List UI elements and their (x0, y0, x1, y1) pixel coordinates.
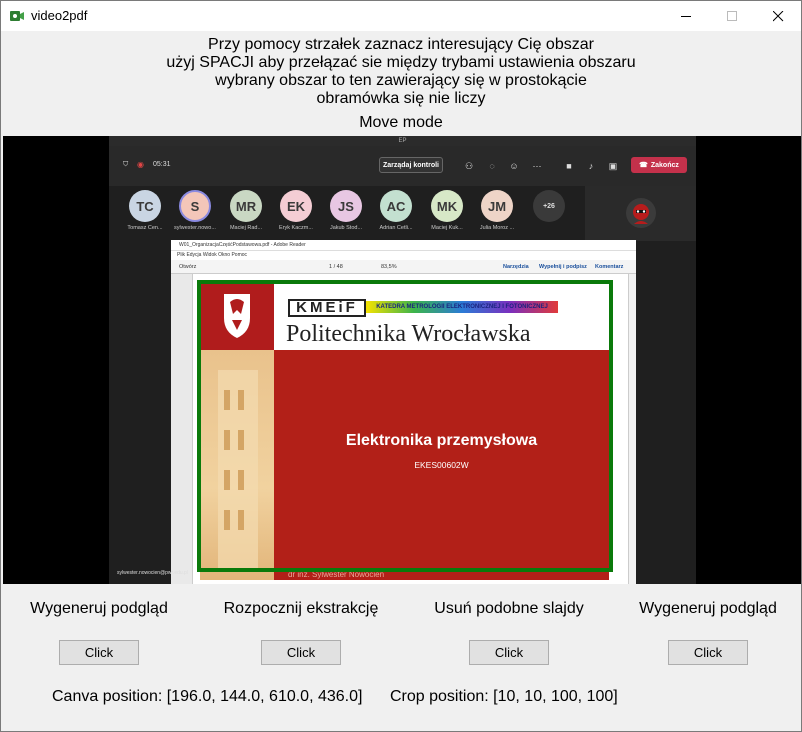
meeting-toolbar: ⛉ ◉ 05:31 Zarządaj kontroli ⚇ ◌ ☺ ⋯ ■ ♪ … (109, 146, 696, 186)
mic-icon[interactable]: ♪ (586, 161, 596, 171)
camera-icon[interactable]: ■ (564, 161, 574, 171)
participant-tile: MR Maciej Rad... (221, 190, 271, 231)
record-icon: ◉ (137, 160, 144, 169)
meeting-time: 05:31 (153, 161, 171, 168)
avatar: MK (431, 190, 463, 222)
self-avatar-icon (626, 198, 656, 228)
presenter-email: sylwester.nowocien@pwr.edu.pl (117, 570, 188, 576)
shield-icon: ⛉ (123, 161, 129, 168)
remove-similar-label: Usuń podobne slajdy (434, 600, 584, 617)
share-icon[interactable]: ▣ (608, 161, 618, 171)
self-video-tile (585, 186, 696, 241)
chat-icon[interactable]: ◌ (487, 161, 497, 171)
meeting-window-label: EP (109, 136, 696, 146)
avatar: AC (380, 190, 412, 222)
leave-button[interactable]: ☎ Zakończ (631, 157, 687, 173)
participant-name: Julia Moroz ... (479, 225, 515, 231)
crop-position: Crop position: [10, 10, 100, 100] (390, 688, 618, 705)
minimize-icon[interactable] (663, 1, 709, 31)
zoom-value: 83,5% (381, 264, 397, 270)
crop-rectangle[interactable] (197, 280, 613, 572)
reader-toolbar: Otwórz 1 / 48 83,5% Narzędzia Wypełnij i… (171, 260, 636, 274)
open-button: Otwórz (179, 264, 197, 270)
participant-name: Maciej Rad... (229, 225, 263, 231)
window-title: video2pdf (31, 8, 88, 23)
participant-strip: TC Tomasz Cen... S sylwester.nowo... MR … (109, 186, 579, 238)
participant-tile: MK Maciej Kuk... (422, 190, 472, 231)
participant-tile: EK Eryk Kaczm... (271, 190, 321, 231)
instruction-line-1: Przy pomocy strzałek zaznacz interesując… (208, 36, 594, 53)
tools-label: Narzędzia (503, 264, 529, 270)
participant-tile: S sylwester.nowo... (170, 190, 220, 231)
preview-canvas[interactable]: EP ⛉ ◉ 05:31 Zarządaj kontroli ⚇ ◌ ☺ ⋯ ■… (3, 136, 801, 584)
generate-preview-label: Wygeneruj podgląd (30, 600, 168, 617)
mode-label: Move mode (359, 114, 443, 131)
generate-preview-button[interactable]: Click (59, 640, 139, 665)
avatar: JS (330, 190, 362, 222)
maximize-icon[interactable] (709, 1, 755, 31)
more-participants-count: +26 (533, 190, 565, 222)
app-icon (10, 11, 24, 21)
participant-name: Adrian Cetli... (379, 225, 413, 231)
close-icon[interactable] (755, 1, 801, 31)
canva-position: Canva position: [196.0, 144.0, 610.0, 43… (52, 688, 363, 705)
participant-name: Maciej Kuk... (431, 225, 463, 231)
participant-tile: AC Adrian Cetli... (371, 190, 421, 231)
app-window: video2pdf Przy pomocy strzałek zaznacz i… (0, 0, 802, 732)
comment-label: Komentarz (595, 264, 624, 270)
avatar: EK (280, 190, 312, 222)
people-icon[interactable]: ⚇ (464, 161, 474, 171)
participant-tile: JM Julia Moroz ... (472, 190, 522, 231)
participant-name: sylwester.nowo... (174, 225, 216, 231)
reader-menu: Plik Edycja Widok Okno Pomoc (177, 252, 248, 258)
avatar: S (179, 190, 211, 222)
participant-tile: TC Tomasz Cen... (120, 190, 170, 231)
instruction-line-3: wybrany obszar to ten zawierający się w … (215, 72, 587, 89)
avatar: TC (129, 190, 161, 222)
start-extraction-label: Rozpocznij ekstrakcję (223, 600, 379, 617)
generate-preview-button-2[interactable]: Click (668, 640, 748, 665)
generate-preview-label-2: Wygeneruj podgląd (639, 600, 777, 617)
start-extraction-button[interactable]: Click (261, 640, 341, 665)
reader-sidebar (171, 274, 193, 584)
remove-similar-button[interactable]: Click (469, 640, 549, 665)
reader-scrollbar (628, 274, 636, 584)
more-participants[interactable]: +26 (524, 190, 574, 222)
fill-sign-label: Wypełnij i podpisz (539, 264, 587, 270)
instruction-line-2: użyj SPACJI aby przełązać sie między try… (166, 54, 636, 71)
instruction-line-4: obramówka się nie liczy (316, 90, 486, 107)
more-icon[interactable]: ⋯ (532, 161, 542, 171)
title-bar: video2pdf (1, 1, 801, 31)
participant-name: Jakub Stod... (329, 225, 363, 231)
avatar: MR (230, 190, 262, 222)
avatar: JM (481, 190, 513, 222)
page-info: 1 / 48 (329, 264, 343, 270)
reader-title: W01_OrganizacjaCzęśćPodstawowa.pdf - Ado… (171, 240, 636, 251)
participant-tile: JS Jakub Stod... (321, 190, 371, 231)
manage-control-button[interactable]: Zarządaj kontroli (379, 157, 443, 173)
participant-name: Tomasz Cen... (127, 225, 163, 231)
participant-name: Eryk Kaczm... (279, 225, 313, 231)
reactions-icon[interactable]: ☺ (509, 161, 519, 171)
